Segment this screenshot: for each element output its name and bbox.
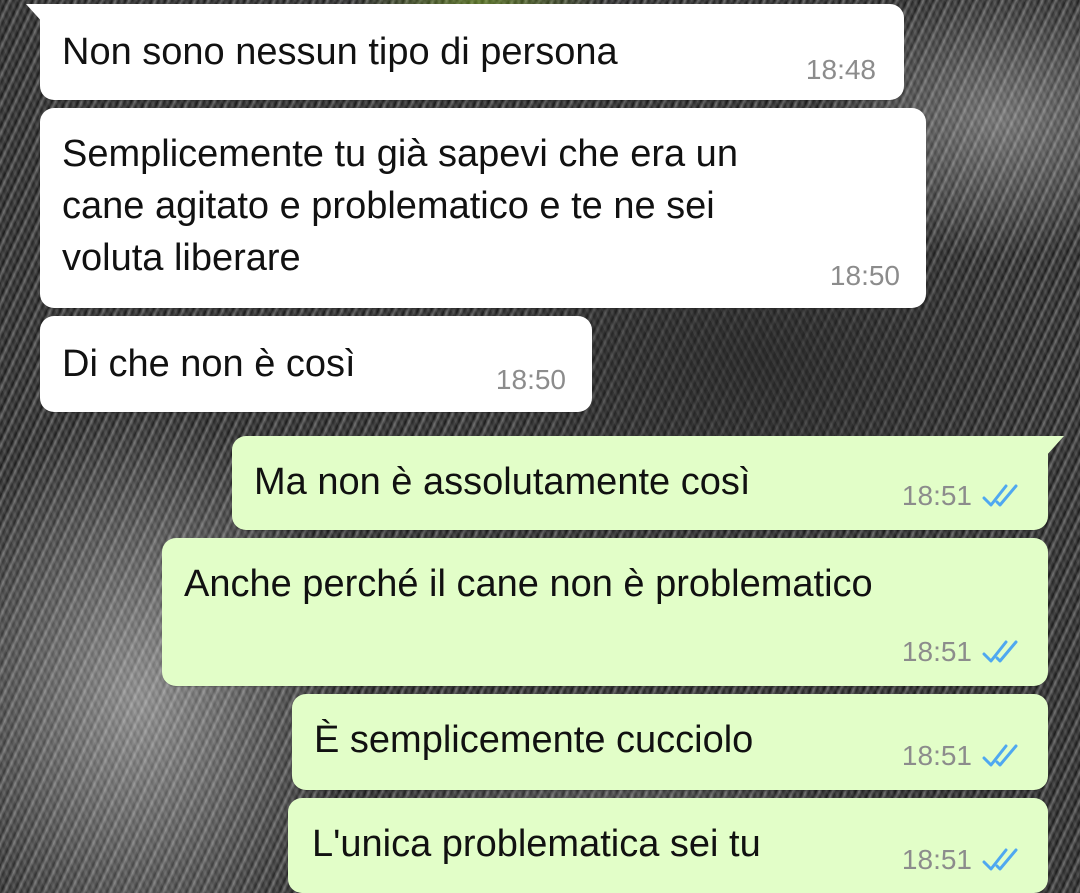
message-bubble-outgoing[interactable]: Anche perché il cane non è problematico … — [162, 538, 1048, 686]
message-text: Anche perché il cane non è problematico — [184, 563, 873, 605]
message-timestamp: 18:50 — [495, 364, 566, 395]
bubble-tail — [26, 4, 44, 24]
message-text: Ma non è assolutamente così — [254, 461, 751, 503]
message-bubble-incoming[interactable]: Non sono nessun tipo di persona 18:48 — [26, 4, 904, 100]
double-check-read-icon — [982, 848, 1018, 871]
message-timestamp: 18:50 — [829, 260, 900, 291]
double-check-read-icon — [982, 640, 1018, 663]
message-meta: 18:51 — [902, 740, 1022, 772]
message-bubble-outgoing[interactable]: L'unica problematica sei tu 18:51 — [288, 798, 1048, 893]
message-text: Semplicemente tu già sapevi che era un c… — [62, 133, 738, 279]
double-check-read-icon — [982, 484, 1018, 507]
message-bubble-incoming[interactable]: Semplicemente tu già sapevi che era un c… — [40, 108, 926, 308]
message-timestamp: 18:51 — [901, 740, 972, 771]
message-meta: 18:50 — [830, 260, 900, 292]
message-meta: 18:51 — [902, 844, 1022, 876]
message-meta: 18:48 — [806, 54, 876, 86]
message-timestamp: 18:48 — [805, 54, 876, 85]
message-timestamp: 18:51 — [901, 480, 972, 511]
message-text: Di che non è così — [62, 343, 356, 385]
message-meta: 18:51 — [902, 636, 1022, 668]
message-bubble-outgoing[interactable]: Ma non è assolutamente così 18:51 — [232, 436, 1064, 530]
message-meta: 18:50 — [496, 364, 566, 396]
double-check-read-icon — [982, 744, 1018, 767]
message-bubble-incoming[interactable]: Di che non è così 18:50 — [40, 316, 592, 412]
message-text: È semplicemente cucciolo — [314, 719, 754, 761]
message-timestamp: 18:51 — [901, 636, 972, 667]
message-timestamp: 18:51 — [901, 844, 972, 875]
message-meta: 18:51 — [902, 480, 1022, 512]
message-bubble-outgoing[interactable]: È semplicemente cucciolo 18:51 — [292, 694, 1048, 790]
message-text: L'unica problematica sei tu — [312, 823, 761, 865]
bubble-tail — [1046, 436, 1064, 456]
message-text: Non sono nessun tipo di persona — [62, 31, 618, 73]
